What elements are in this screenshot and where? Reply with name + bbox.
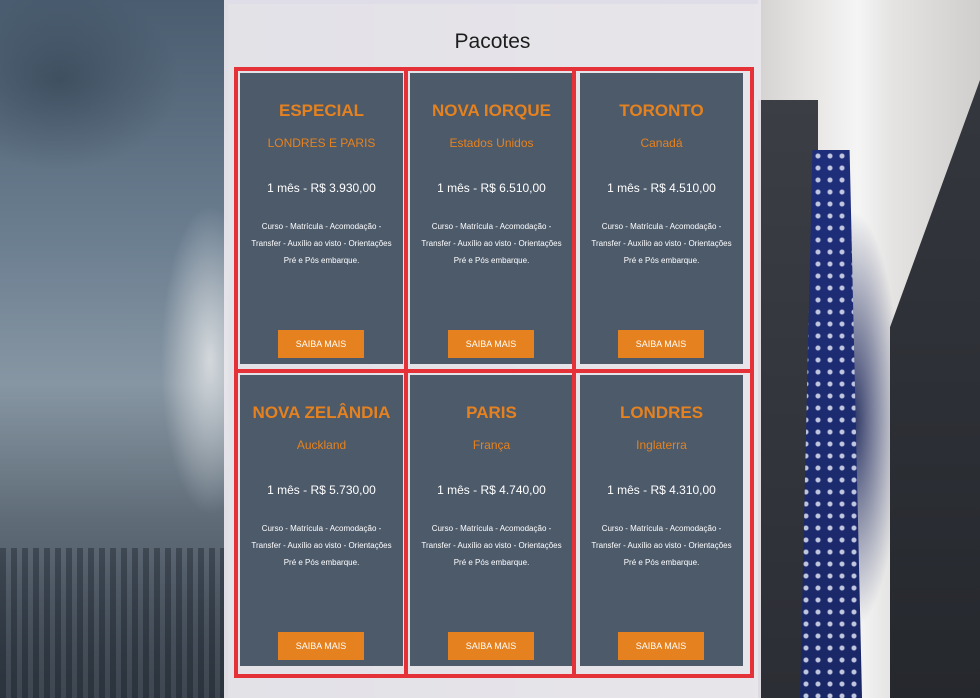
package-description: Curso - Matrícula - Acomodação - Transfe… xyxy=(251,524,392,567)
package-subtitle: Canadá xyxy=(640,136,683,150)
saiba-mais-button[interactable]: SAIBA MAIS xyxy=(448,330,534,358)
saiba-mais-button[interactable]: SAIBA MAIS xyxy=(278,330,364,358)
package-price: 1 mês - R$ 6.510,00 xyxy=(437,181,546,195)
package-title: PARIS xyxy=(466,403,517,422)
page-background: Pacotes ESPECIAL LONDRES E PARIS 1 mês -… xyxy=(0,0,980,698)
package-subtitle: LONDRES E PARIS xyxy=(267,136,376,150)
package-price: 1 mês - R$ 4.740,00 xyxy=(437,483,546,497)
saiba-mais-button[interactable]: SAIBA MAIS xyxy=(618,330,704,358)
package-card: ESPECIAL LONDRES E PARIS 1 mês - R$ 3.93… xyxy=(240,73,403,364)
packages-panel: Pacotes ESPECIAL LONDRES E PARIS 1 mês -… xyxy=(224,0,761,698)
package-price: 1 mês - R$ 3.930,00 xyxy=(267,181,376,195)
saiba-mais-button[interactable]: SAIBA MAIS xyxy=(448,632,534,660)
package-title: NOVA ZELÂNDIA xyxy=(252,403,391,422)
background-city-skyline xyxy=(0,548,228,698)
package-title: ESPECIAL xyxy=(278,101,365,120)
saiba-mais-button[interactable]: SAIBA MAIS xyxy=(278,632,364,660)
package-description: Curso - Matrícula - Acomodação - Transfe… xyxy=(591,222,732,265)
package-card: NOVA ZELÂNDIA Auckland 1 mês - R$ 5.730,… xyxy=(240,375,403,666)
package-title: LONDRES xyxy=(619,403,704,422)
saiba-mais-button[interactable]: SAIBA MAIS xyxy=(618,632,704,660)
package-card: LONDRES Inglaterra 1 mês - R$ 4.310,00 C… xyxy=(580,375,743,666)
package-title: TORONTO xyxy=(619,101,704,120)
package-card: TORONTO Canadá 1 mês - R$ 4.510,00 Curso… xyxy=(580,73,743,364)
package-subtitle: Inglaterra xyxy=(636,438,687,452)
package-card: NOVA IORQUE Estados Unidos 1 mês - R$ 6.… xyxy=(410,73,573,364)
package-subtitle: Auckland xyxy=(296,438,347,452)
package-price: 1 mês - R$ 4.310,00 xyxy=(607,483,716,497)
package-price: 1 mês - R$ 5.730,00 xyxy=(267,483,376,497)
package-description: Curso - Matrícula - Acomodação - Transfe… xyxy=(421,222,562,265)
section-title: Pacotes xyxy=(454,30,531,53)
package-description: Curso - Matrícula - Acomodação - Transfe… xyxy=(591,524,732,567)
package-description: Curso - Matrícula - Acomodação - Transfe… xyxy=(251,222,392,265)
package-description: Curso - Matrícula - Acomodação - Transfe… xyxy=(421,524,562,567)
package-price: 1 mês - R$ 4.510,00 xyxy=(607,181,716,195)
package-title: NOVA IORQUE xyxy=(431,101,551,120)
package-subtitle: França xyxy=(472,438,511,452)
package-subtitle: Estados Unidos xyxy=(449,136,534,150)
package-card: PARIS França 1 mês - R$ 4.740,00 Curso -… xyxy=(410,375,573,666)
